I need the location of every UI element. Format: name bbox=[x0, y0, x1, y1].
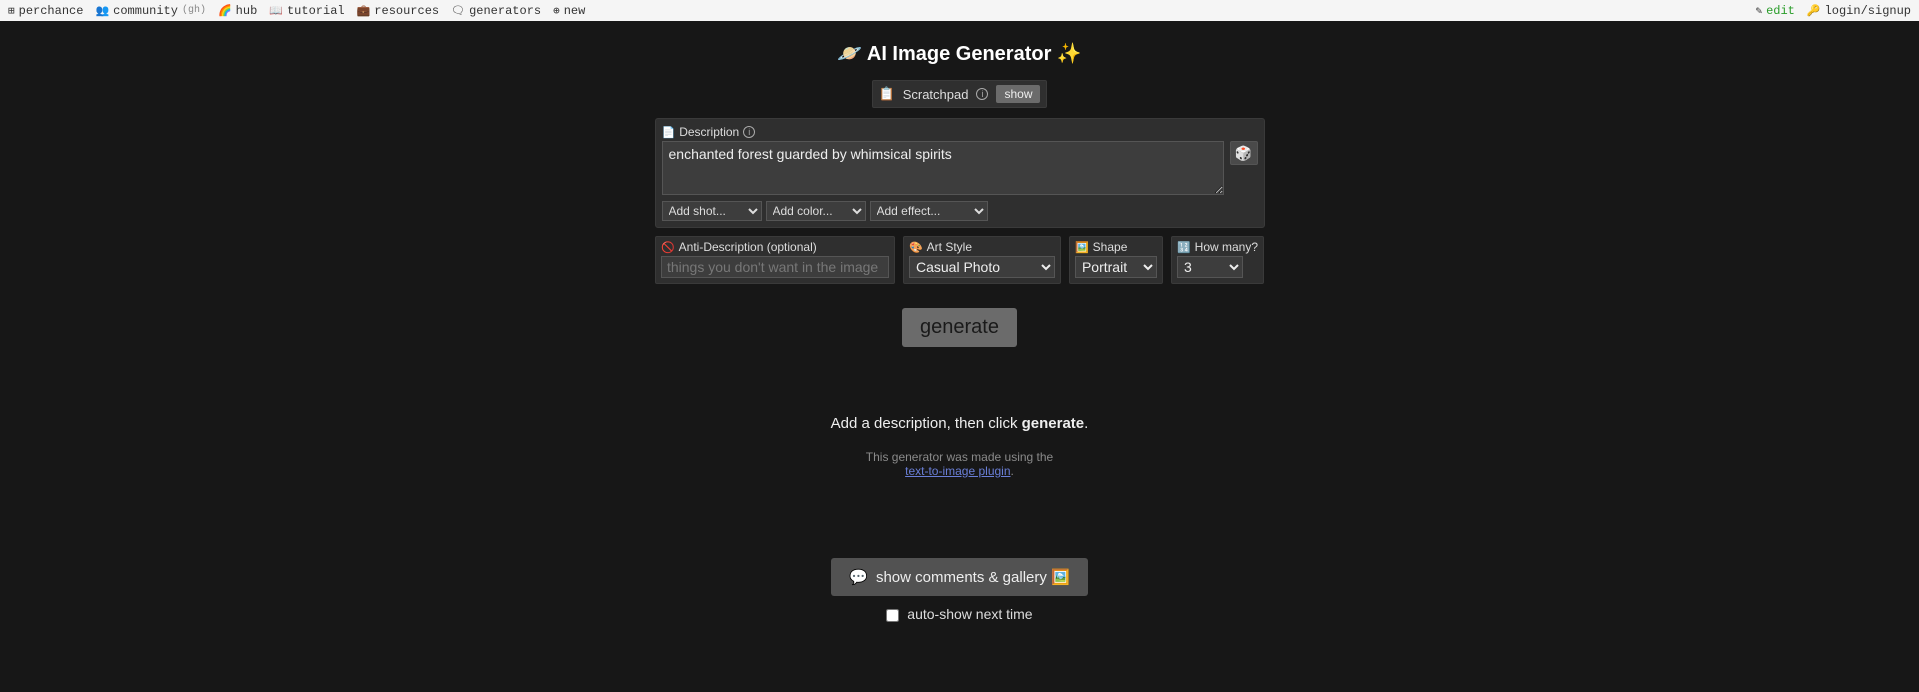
art-style-label: Art Style bbox=[927, 240, 972, 254]
art-style-block: 🎨 Art Style Casual Photo bbox=[903, 236, 1061, 284]
scratchpad-show-button[interactable]: show bbox=[996, 85, 1040, 103]
count-select[interactable]: 3 bbox=[1177, 256, 1243, 278]
random-button[interactable]: 🎲 bbox=[1230, 141, 1258, 165]
number-icon: 🔢 bbox=[1177, 241, 1191, 254]
count-label: How many? bbox=[1195, 240, 1258, 254]
autoshow-label: auto-show next time bbox=[907, 606, 1032, 622]
scratchpad-bar: 📋 Scratchpad i show bbox=[872, 80, 1048, 108]
autoshow-checkbox[interactable] bbox=[886, 609, 899, 622]
art-style-select[interactable]: Casual Photo bbox=[909, 256, 1055, 278]
nav-hub[interactable]: 🌈hub bbox=[218, 4, 257, 18]
page-icon: 📄 bbox=[662, 126, 676, 139]
plus-icon: ⊕ bbox=[553, 4, 560, 18]
made-with: This generator was made using the text-t… bbox=[0, 450, 1919, 478]
anti-label: Anti-Description (optional) bbox=[679, 240, 817, 254]
hint-text: Add a description, then click generate. bbox=[0, 415, 1919, 432]
info-icon[interactable]: i bbox=[976, 88, 988, 100]
note-icon: 📋 bbox=[879, 86, 895, 102]
dice-icon: 🎲 bbox=[1235, 145, 1252, 162]
anti-description-block: 🚫 Anti-Description (optional) bbox=[655, 236, 895, 284]
chat-icon: 🗨 bbox=[451, 4, 465, 18]
count-block: 🔢 How many? 3 bbox=[1171, 236, 1264, 284]
info-icon[interactable]: i bbox=[743, 126, 755, 138]
nav-perchance[interactable]: ⊞perchance bbox=[8, 4, 83, 18]
description-input[interactable] bbox=[662, 141, 1224, 195]
app-icon: ⊞ bbox=[8, 4, 15, 18]
show-comments-button[interactable]: 💬 show comments & gallery 🖼️ bbox=[831, 558, 1087, 596]
main-area: 🪐 AI Image Generator ✨ 📋 Scratchpad i sh… bbox=[0, 21, 1919, 692]
plugin-link[interactable]: text-to-image plugin bbox=[905, 464, 1010, 478]
description-label: Description bbox=[679, 125, 739, 139]
options-row: 🚫 Anti-Description (optional) 🎨 Art Style … bbox=[0, 236, 1919, 284]
anti-description-input[interactable] bbox=[661, 256, 889, 278]
topbar: ⊞perchance 👥community(gh) 🌈hub 📖tutorial… bbox=[0, 0, 1919, 21]
rainbow-icon: 🌈 bbox=[218, 4, 232, 18]
palette-icon: 🎨 bbox=[909, 241, 923, 254]
nav-new[interactable]: ⊕new bbox=[553, 4, 585, 18]
autoshow-row: auto-show next time bbox=[0, 606, 1919, 622]
shape-block: 🖼️ Shape Portrait bbox=[1069, 236, 1163, 284]
nav-edit[interactable]: ✎edit bbox=[1755, 4, 1794, 18]
briefcase-icon: 💼 bbox=[357, 4, 371, 18]
pencil-icon: ✎ bbox=[1755, 4, 1762, 18]
nav-community[interactable]: 👥community(gh) bbox=[95, 4, 206, 18]
key-icon: 🔑 bbox=[1807, 4, 1821, 18]
page-title: 🪐 AI Image Generator ✨ bbox=[0, 41, 1919, 66]
nav-login[interactable]: 🔑login/signup bbox=[1807, 4, 1911, 18]
description-block: 📄 Description i 🎲 Add shot... Add color.… bbox=[655, 118, 1265, 228]
shape-label: Shape bbox=[1093, 240, 1128, 254]
picture-icon: 🖼️ bbox=[1075, 241, 1089, 254]
add-effect-select[interactable]: Add effect... bbox=[870, 201, 988, 221]
speech-icon: 💬 bbox=[849, 568, 868, 586]
book-icon: 📖 bbox=[269, 4, 283, 18]
shape-select[interactable]: Portrait bbox=[1075, 256, 1157, 278]
nav-resources[interactable]: 💼resources bbox=[357, 4, 440, 18]
scratchpad-label: Scratchpad bbox=[903, 87, 969, 102]
nav-tutorial[interactable]: 📖tutorial bbox=[269, 4, 344, 18]
nav-generators[interactable]: 🗨generators bbox=[451, 4, 541, 18]
people-icon: 👥 bbox=[95, 4, 109, 18]
no-icon: 🚫 bbox=[661, 241, 675, 254]
add-color-select[interactable]: Add color... bbox=[766, 201, 866, 221]
generate-button[interactable]: generate bbox=[902, 308, 1017, 347]
add-shot-select[interactable]: Add shot... bbox=[662, 201, 762, 221]
